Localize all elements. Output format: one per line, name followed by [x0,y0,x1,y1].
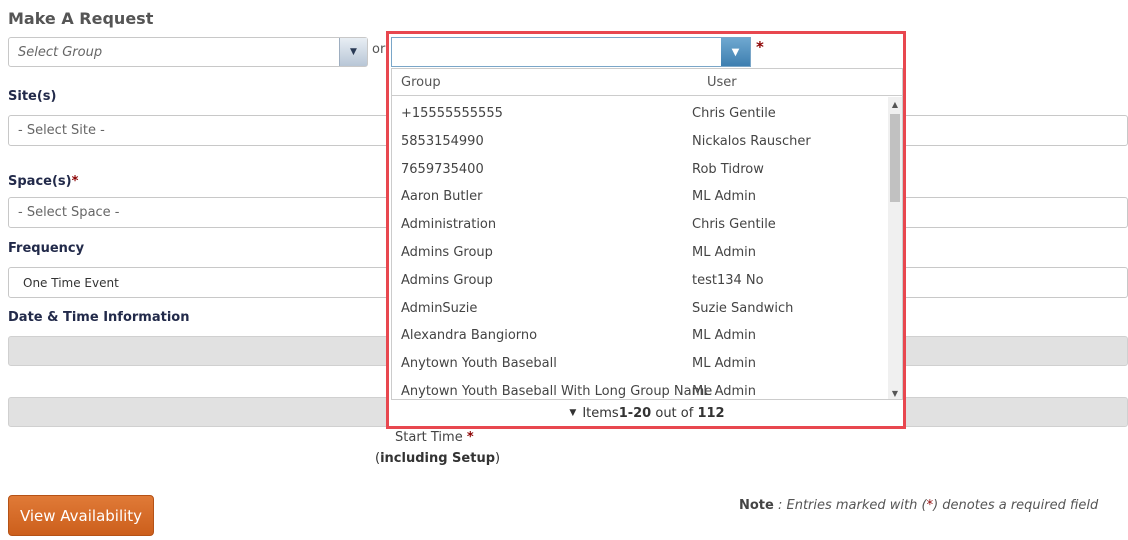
list-item-user: Chris Gentile [692,106,776,121]
scroll-thumb[interactable] [890,114,900,202]
list-item-group: AdminSuzie [401,300,478,316]
scroll-up-icon[interactable]: ▲ [888,97,902,111]
group-select-placeholder: Select Group [18,44,103,60]
list-item[interactable]: Administration Chris Gentile [392,211,889,239]
required-star: * [466,430,474,445]
required-star: * [756,38,764,56]
footer-prefix: Items [582,405,619,421]
chevron-down-icon[interactable]: ▼ [339,38,367,66]
list-item-user: ML Admin [692,356,757,372]
caret-down-icon[interactable]: ▼ [569,408,576,418]
list-item-group: Anytown Youth Baseball With Long Group N… [401,383,713,399]
list-item[interactable]: 7659735400 Rob Tidrow [392,156,889,184]
list-item[interactable]: AdminSuzie Suzie Sandwich [392,295,889,323]
dropdown-list: Group User +15555555555 Chris Gentile 5853… [391,68,903,400]
list-item-user: Suzie Sandwich [692,300,794,316]
list-item[interactable]: Admins Group test134 No [392,267,889,295]
list-item-user: ML Admin [692,189,757,205]
chevron-down-icon[interactable]: ▼ [721,38,750,66]
site-select-placeholder: - Select Site - [18,123,105,138]
or-text: or [372,42,386,57]
list-item-user: Nickalos Rauscher [692,133,811,149]
list-header: Group User [392,69,902,96]
list-item-user: ML Admin [692,244,757,260]
datetime-label: Date & Time Information [8,310,190,325]
spaces-label-group: Space(s)* [8,174,78,189]
list-item[interactable]: Alexandra Bangiorno ML Admin [392,322,889,350]
list-item-user: Chris Gentile [692,217,776,233]
including-setup: including Setup [380,451,496,466]
list-item-group: Admins Group [401,272,493,288]
list-item[interactable]: Anytown Youth Baseball ML Admin [392,350,889,378]
list-item-group: Anytown Youth Baseball [401,356,557,372]
user-group-input[interactable] [396,38,716,64]
page-title: Make A Request [8,9,154,28]
list-item-group: Aaron Butler [401,189,483,205]
list-item[interactable]: Admins Group ML Admin [392,239,889,267]
list-item-group: Alexandra Bangiorno [401,328,538,344]
paren-close: ) [495,451,501,466]
start-time-sub: (including Setup) [375,451,500,466]
list-scrollbar[interactable]: ▲ ▼ [888,97,902,399]
user-group-dropdown: ▼ * Group User +15555555555 Chris Gentile… [386,31,906,429]
list-rows: +15555555555 Chris Gentile 5853154990 Nicka… [392,100,889,399]
column-header-group: Group [401,75,441,90]
spaces-label: Space(s) [8,174,72,189]
footer-total: 112 [697,405,725,421]
note-bold: Note [739,498,774,513]
group-select[interactable]: Select Group ▼ [8,37,368,67]
list-item-group: Administration [401,217,497,233]
frequency-label: Frequency [8,241,85,256]
list-item-user: ML Admin [692,383,757,399]
list-item-group: Admins Group [401,244,493,260]
start-time-label: Start Time [395,430,463,445]
list-item-user: ML Admin [692,328,757,344]
note-text-before: : Entries marked with ( [773,498,927,513]
list-item[interactable]: Aaron Butler ML Admin [392,183,889,211]
list-item-group: 7659735400 [401,161,484,177]
list-item[interactable]: 5853154990 Nickalos Rauscher [392,128,889,156]
list-item-group: 5853154990 [401,133,484,149]
required-star: * [71,174,79,189]
scroll-down-icon[interactable]: ▼ [888,386,902,399]
note-text-after: ) denotes a required field [933,498,1099,513]
view-availability-button[interactable]: View Availability [8,495,154,536]
space-select-placeholder: - Select Space - [18,205,120,220]
list-item[interactable]: +15555555555 Chris Gentile [392,100,889,128]
footer-middle: out of [651,405,698,421]
footer-range: 1-20 [618,405,652,421]
start-time-label-group: Start Time * [395,430,474,445]
list-item-user: Rob Tidrow [692,161,764,177]
sites-label: Site(s) [8,89,57,104]
list-footer: ▼ Items 1-20 out of 112 [391,400,903,426]
list-item-group: +15555555555 [401,106,503,121]
column-header-user: User [707,75,737,90]
required-note: Note : Entries marked with (*) denotes a… [739,498,1098,513]
frequency-value: One Time Event [23,275,119,290]
list-item[interactable]: Anytown Youth Baseball With Long Group N… [392,378,889,399]
user-group-combobox[interactable]: ▼ [391,37,751,67]
list-item-user: test134 No [692,272,764,288]
